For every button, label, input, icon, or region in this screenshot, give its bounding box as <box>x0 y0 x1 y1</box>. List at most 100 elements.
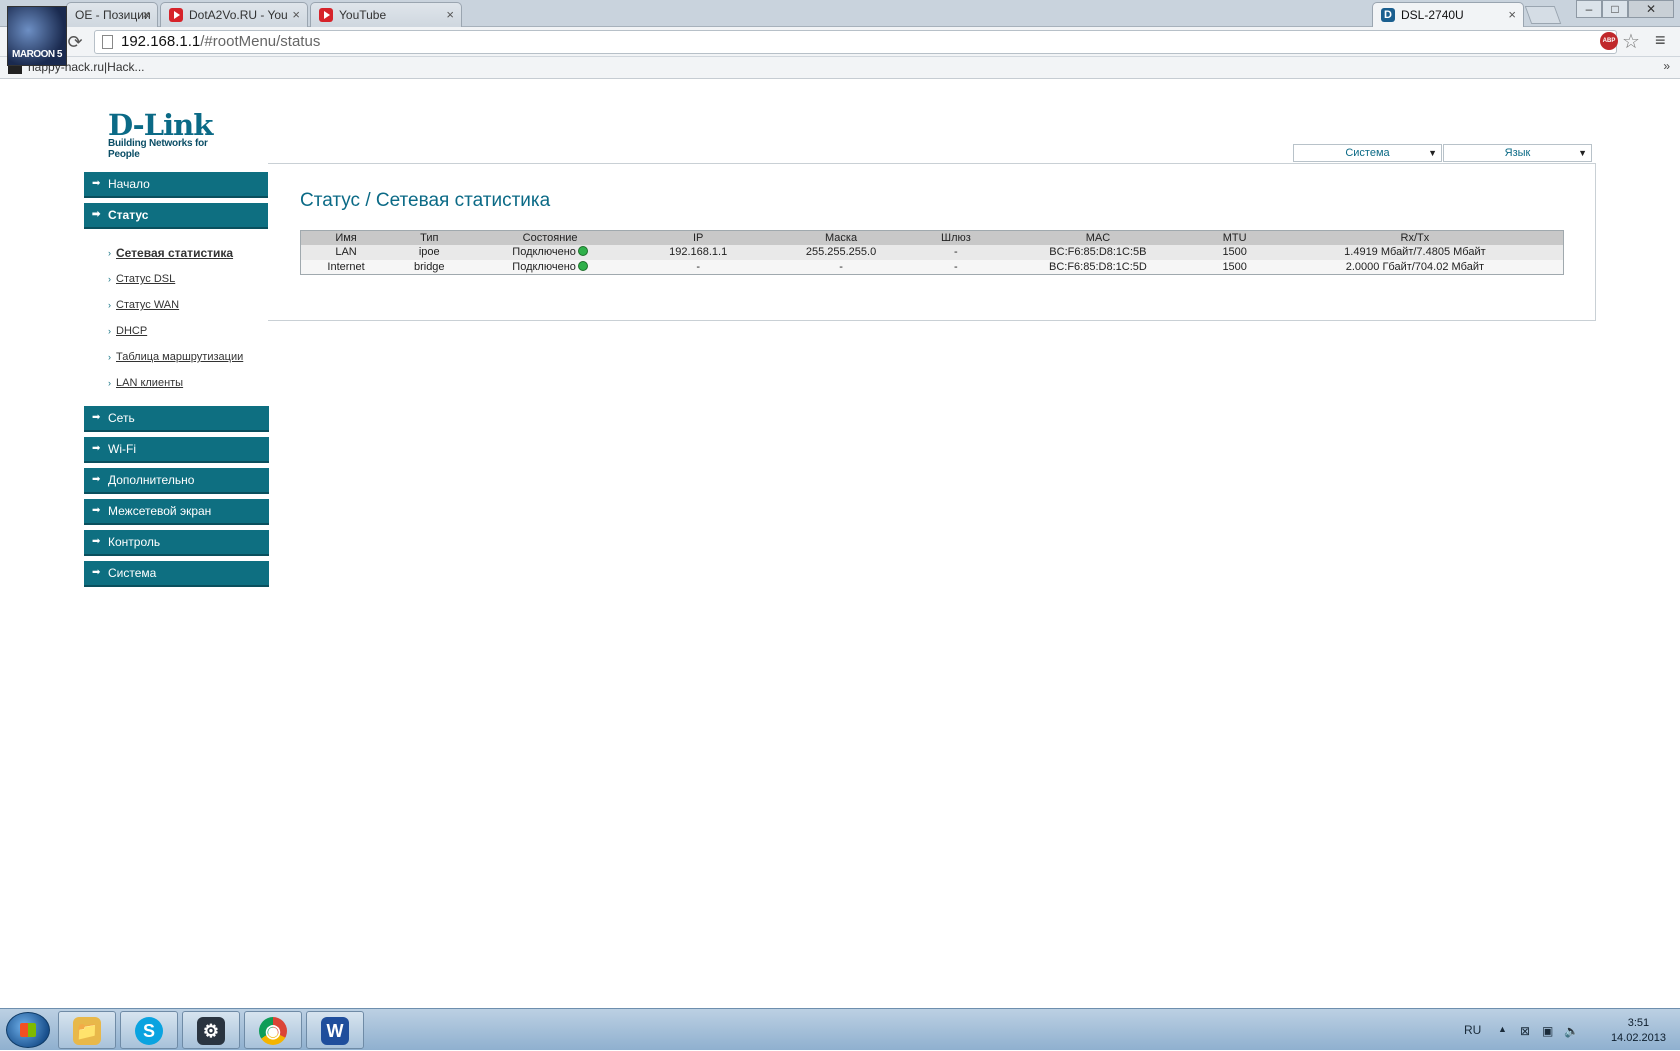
tab-close-icon[interactable]: × <box>446 3 454 27</box>
table-cell: 192.168.1.1 <box>632 244 764 260</box>
status-text: Подключено <box>512 260 576 273</box>
page-title: Статус / Сетевая статистика <box>300 190 551 211</box>
menu-advanced[interactable]: ➡ Дополнительно <box>84 468 269 494</box>
table-cell: Internet <box>300 259 392 275</box>
menu-firewall[interactable]: ➡ Межсетевой экран <box>84 499 269 525</box>
tab-label: YouTube <box>339 8 387 22</box>
bullet-icon: › <box>108 300 111 310</box>
menu-home[interactable]: ➡ Начало <box>84 172 269 198</box>
submenu-link[interactable]: DHCP <box>116 325 147 337</box>
taskbar-steam[interactable]: ⚙ <box>182 1011 240 1049</box>
submenu-wan-status[interactable]: › Статус WAN <box>108 292 269 318</box>
menu-label: Межсетевой экран <box>108 504 212 518</box>
page-icon <box>102 35 113 49</box>
status-led-icon <box>577 260 588 271</box>
logo-tagline: Building Networks for People <box>108 138 208 160</box>
window-controls: – □ ✕ <box>1576 0 1674 18</box>
browser-menu-icon[interactable]: ≡ <box>1655 30 1666 51</box>
reload-icon[interactable]: ⟳ <box>64 31 86 53</box>
menu-control[interactable]: ➡ Контроль <box>84 530 269 556</box>
bookmarks-overflow-icon[interactable]: » <box>1663 59 1670 73</box>
close-button[interactable]: ✕ <box>1628 0 1674 18</box>
menu-label: Начало <box>108 177 150 191</box>
column-header: MTU <box>1202 230 1267 245</box>
menu-wifi[interactable]: ➡ Wi-Fi <box>84 437 269 463</box>
table-row: LAN ipoe Подключено 192.168.1.1 255.255.… <box>300 244 1564 260</box>
tab-label: OE - Позиции <box>75 8 151 22</box>
language-indicator[interactable]: RU <box>1464 1023 1481 1037</box>
column-header: Шлюз <box>918 230 994 245</box>
tab-close-icon[interactable]: × <box>1508 3 1516 27</box>
taskbar-chrome[interactable]: ◉ <box>244 1011 302 1049</box>
volume-icon[interactable]: 🔈 <box>1564 1024 1579 1038</box>
submenu-dhcp[interactable]: › DHCP <box>108 318 269 344</box>
word-icon: W <box>321 1017 349 1045</box>
menu-label: Wi-Fi <box>108 442 136 456</box>
bullet-icon: › <box>108 378 111 388</box>
table-cell: 1500 <box>1202 259 1267 275</box>
language-select[interactable]: Язык ▼ <box>1443 144 1592 162</box>
system-select[interactable]: Система ▼ <box>1293 144 1442 162</box>
language-select-label: Язык <box>1504 147 1531 159</box>
submenu-dsl-status[interactable]: › Статус DSL <box>108 266 269 292</box>
tab-2[interactable]: DotA2Vo.RU - You × <box>160 2 308 27</box>
submenu-link[interactable]: Таблица маршрутизации <box>116 351 243 363</box>
status-submenu: › Сетевая статистика › Статус DSL › Статус … <box>84 234 269 406</box>
table-cell: bridge <box>391 259 468 275</box>
youtube-icon <box>169 8 183 22</box>
menu-label: Контроль <box>108 535 161 549</box>
table-header-row: Имя Тип Состояние IP Маска Шлюз MAC MTU … <box>300 230 1564 245</box>
network-stats-table: Имя Тип Состояние IP Маска Шлюз MAC MTU … <box>300 230 1564 275</box>
table-cell: - <box>763 259 919 275</box>
tab-close-icon[interactable]: × <box>142 3 150 27</box>
bookmark-star-icon[interactable]: ☆ <box>1622 29 1640 54</box>
power-icon[interactable]: ▣ <box>1542 1024 1553 1038</box>
submenu-lan-clients[interactable]: › LAN клиенты <box>108 370 269 396</box>
table-cell: ipoe <box>391 244 468 260</box>
address-bar[interactable]: 192.168.1.1/#rootMenu/status <box>94 30 1617 54</box>
new-tab-button[interactable] <box>1524 6 1562 24</box>
minimize-button[interactable]: – <box>1576 0 1602 18</box>
bullet-icon: › <box>108 326 111 336</box>
start-button[interactable] <box>6 1012 50 1048</box>
clock[interactable]: 3:51 14.02.2013 <box>1611 1016 1666 1046</box>
menu-status[interactable]: ➡ Статус <box>84 203 269 229</box>
table-cell: 1.4919 Мбайт/7.4805 Мбайт <box>1266 244 1564 260</box>
taskbar-skype[interactable]: S <box>120 1011 178 1049</box>
table-cell: - <box>632 259 764 275</box>
table-cell: LAN <box>300 244 392 260</box>
tab-close-icon[interactable]: × <box>292 3 300 27</box>
submenu-network-stats[interactable]: › Сетевая статистика <box>108 240 269 266</box>
bullet-icon: › <box>108 352 111 362</box>
folder-icon: 📁 <box>73 1017 101 1045</box>
menu-system[interactable]: ➡ Система <box>84 561 269 587</box>
tray-expand-icon[interactable]: ▲ <box>1498 1024 1507 1034</box>
bullet-icon: › <box>108 248 111 258</box>
clock-time: 3:51 <box>1627 1017 1650 1029</box>
tab-1[interactable]: OE - Позиции × <box>66 2 158 27</box>
taskbar-explorer[interactable]: 📁 <box>58 1011 116 1049</box>
profile-avatar[interactable]: MAROON 5 <box>7 6 67 66</box>
bookmarks-bar: happy-hack.ru|Hack... » <box>0 57 1680 79</box>
adblock-icon[interactable]: ABP <box>1600 32 1618 50</box>
submenu-link[interactable]: Сетевая статистика <box>116 246 233 260</box>
submenu-link[interactable]: Статус WAN <box>116 299 179 311</box>
network-icon[interactable]: ⊠ <box>1520 1024 1530 1038</box>
submenu-routing-table[interactable]: › Таблица маршрутизации <box>108 344 269 370</box>
column-header: Имя <box>300 230 392 245</box>
system-select-label: Система <box>1345 147 1390 159</box>
tab-3[interactable]: YouTube × <box>310 2 462 27</box>
submenu-link[interactable]: Статус DSL <box>116 273 175 285</box>
maximize-button[interactable]: □ <box>1602 0 1628 18</box>
tab-4[interactable]: D DSL-2740U × <box>1372 2 1524 28</box>
tab-label: DotA2Vo.RU - You <box>189 8 288 22</box>
taskbar-word[interactable]: W <box>306 1011 364 1049</box>
table-cell: - <box>918 259 994 275</box>
windows-taskbar: 📁 S ⚙ ◉ W RU ▲ ⊠ ▣ 🔈 3:51 14.02.2013 <box>0 1008 1680 1050</box>
submenu-link[interactable]: LAN клиенты <box>116 377 183 389</box>
menu-network[interactable]: ➡ Сеть <box>84 406 269 432</box>
browser-tab-strip: OE - Позиции × DotA2Vo.RU - You × YouTub… <box>0 0 1680 28</box>
table-cell: 255.255.255.0 <box>763 244 919 260</box>
status-led-icon <box>577 246 588 256</box>
arrow-right-icon: ➡ <box>92 505 101 516</box>
